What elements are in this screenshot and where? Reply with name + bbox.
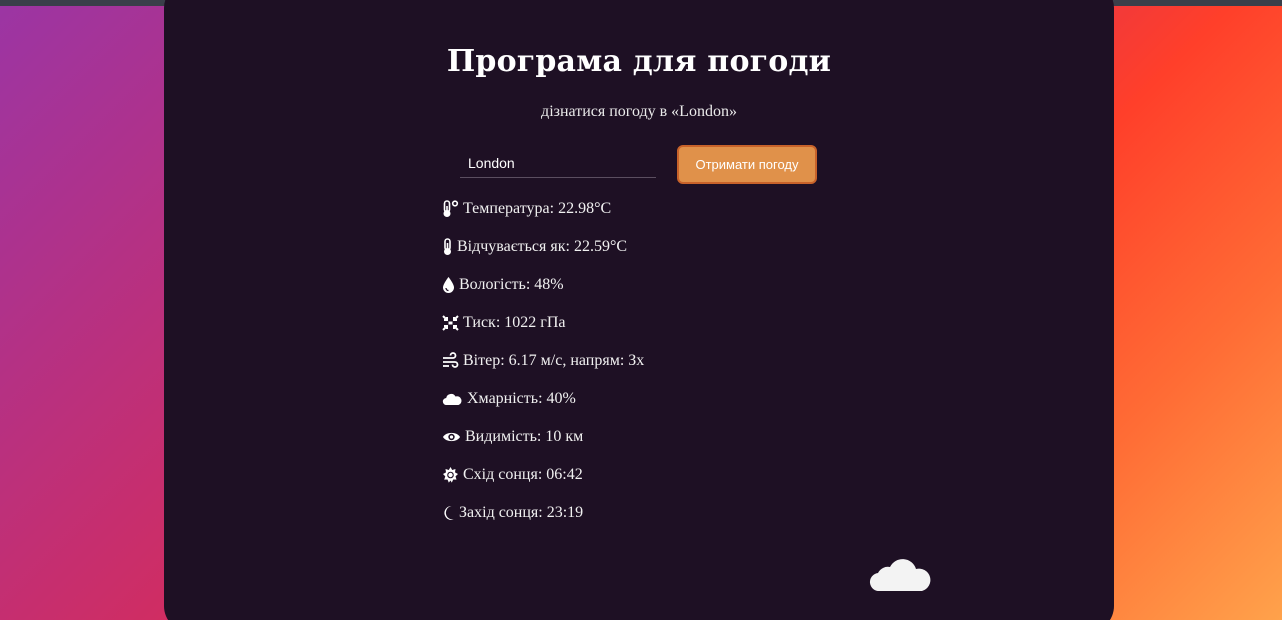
visibility-row: Видимість: 10 км <box>442 428 862 466</box>
temperature-value: 22.98°C <box>558 200 612 217</box>
sunrise-row: Схід сонця: 06:42 <box>442 466 862 504</box>
sun-icon <box>442 466 459 484</box>
city-input[interactable] <box>460 148 656 178</box>
feels-like-value: 22.59°C <box>573 238 628 255</box>
pressure-value: 1022 гПа <box>504 314 566 331</box>
weather-card: Програма для погоди дізнатися погоду в «… <box>164 0 1114 620</box>
cloud-icon <box>442 390 463 408</box>
thermometer-icon <box>442 200 459 218</box>
droplet-icon <box>442 276 455 294</box>
sunset-row: Захід сонця: 23:19 <box>442 504 862 542</box>
page-title: Програма для погоди <box>446 44 832 79</box>
sunrise-label: Схід сонця: <box>463 466 547 483</box>
get-weather-button[interactable]: Отримати погоду <box>677 145 817 184</box>
feels-like-row: Відчувається як: 22.59°C <box>442 238 862 276</box>
sunrise-value: 06:42 <box>546 466 583 483</box>
wind-value: 6.17 м/с, напрям: Зх <box>508 352 645 369</box>
temperature-label: Температура: <box>463 200 559 217</box>
compress-icon <box>442 314 459 332</box>
weather-cloud-icon <box>868 553 932 599</box>
wind-icon <box>442 352 459 370</box>
wind-row: Вітер: 6.17 м/с, напрям: Зх <box>442 352 862 390</box>
sunset-value: 23:19 <box>546 504 584 521</box>
humidity-value: 48% <box>534 276 564 293</box>
clouds-label: Хмарність: <box>467 390 547 407</box>
temperature-row: Температура: 22.98°C <box>442 200 862 238</box>
sunset-label: Захід сонця: <box>459 504 547 521</box>
humidity-row: Вологість: 48% <box>442 276 862 314</box>
clouds-value: 40% <box>546 390 576 407</box>
pressure-row: Тиск: 1022 гПа <box>442 314 862 352</box>
visibility-value: 10 км <box>545 428 584 445</box>
pressure-label: Тиск: <box>463 314 505 331</box>
page-subtitle: дізнатися погоду в «London» <box>541 103 737 120</box>
wind-label: Вітер: <box>463 352 509 369</box>
moon-icon <box>442 504 455 522</box>
visibility-label: Видимість: <box>465 428 546 445</box>
feels-like-label: Відчувається як: <box>457 238 574 255</box>
humidity-label: Вологість: <box>459 276 535 293</box>
clouds-row: Хмарність: 40% <box>442 390 862 428</box>
weather-details: Температура: 22.98°C Відчувається як: 22… <box>442 200 862 542</box>
eye-icon <box>442 428 461 446</box>
thermometer-small-icon <box>442 238 453 256</box>
